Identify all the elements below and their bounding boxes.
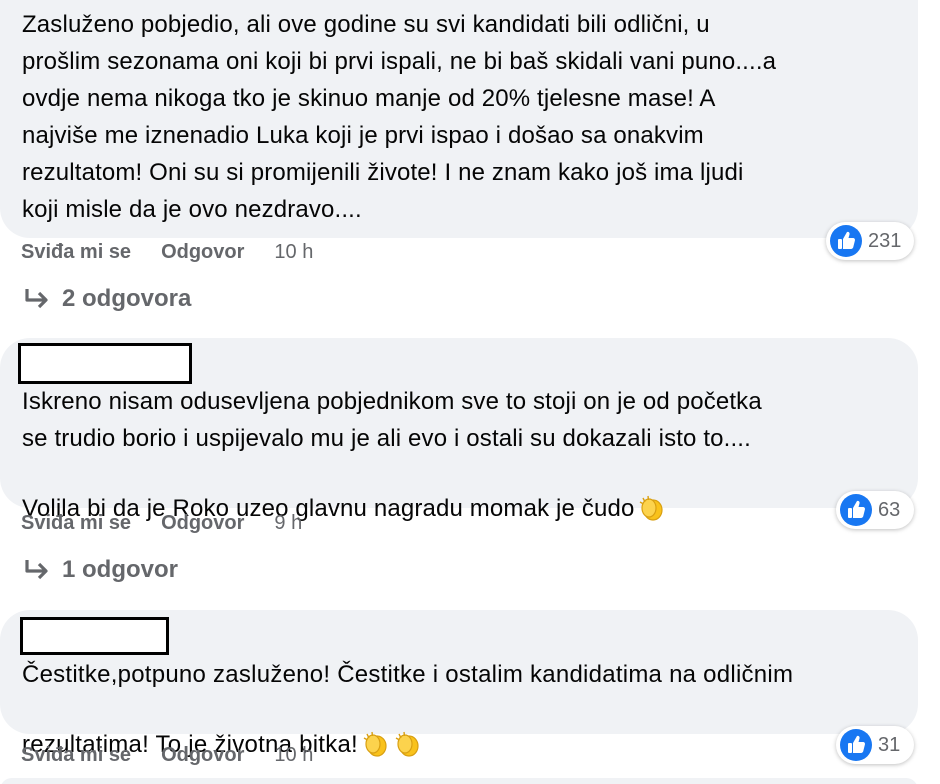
- clapping-hands-emoji: [638, 457, 666, 533]
- comment-timestamp[interactable]: 9 h: [274, 512, 302, 535]
- reaction-summary[interactable]: 63: [836, 491, 914, 529]
- redacted-author-name: [18, 343, 192, 384]
- reply-button[interactable]: Odgovor: [161, 744, 244, 767]
- like-icon: [840, 494, 872, 526]
- comment-bubble: Zasluženo pobjedio, ali ove godine su sv…: [0, 0, 918, 238]
- comment-text: Iskreno nisam odusevljena pobjednikom sv…: [22, 383, 898, 533]
- clapping-hands-emoji: [394, 693, 422, 769]
- reaction-count: 231: [868, 229, 902, 252]
- reaction-summary[interactable]: 231: [826, 222, 914, 260]
- reaction-count: 63: [878, 498, 901, 521]
- replies-count: 1 odgovor: [62, 556, 179, 583]
- like-button[interactable]: Sviđa mi se: [21, 241, 131, 264]
- comment-timestamp[interactable]: 10 h: [274, 744, 313, 767]
- comment-text: Zasluženo pobjedio, ali ove godine su sv…: [22, 11, 777, 223]
- view-replies-link[interactable]: 2 odgovora: [24, 285, 191, 313]
- comments-thread: Zasluženo pobjedio, ali ove godine su sv…: [0, 0, 940, 784]
- reply-arrow-icon: [24, 559, 50, 581]
- like-button[interactable]: Sviđa mi se: [21, 744, 131, 767]
- reply-button[interactable]: Odgovor: [161, 512, 244, 535]
- clapping-hands-emoji: [362, 693, 390, 769]
- comment-actions: Sviđa mi se Odgovor 10 h: [21, 241, 313, 264]
- comment-timestamp[interactable]: 10 h: [274, 241, 313, 264]
- next-comment-bubble-edge: [0, 778, 918, 784]
- replies-count: 2 odgovora: [62, 285, 192, 312]
- reply-button[interactable]: Odgovor: [161, 241, 244, 264]
- reaction-summary[interactable]: 31: [836, 726, 914, 764]
- comment-actions: Sviđa mi se Odgovor 9 h: [21, 512, 302, 535]
- like-icon: [840, 729, 872, 761]
- comment-actions: Sviđa mi se Odgovor 10 h: [21, 744, 313, 767]
- like-button[interactable]: Sviđa mi se: [21, 512, 131, 535]
- like-icon: [830, 225, 862, 257]
- redacted-author-name: [20, 617, 169, 655]
- reaction-count: 31: [878, 733, 901, 756]
- reply-arrow-icon: [24, 288, 50, 310]
- view-replies-link[interactable]: 1 odgovor: [24, 556, 178, 584]
